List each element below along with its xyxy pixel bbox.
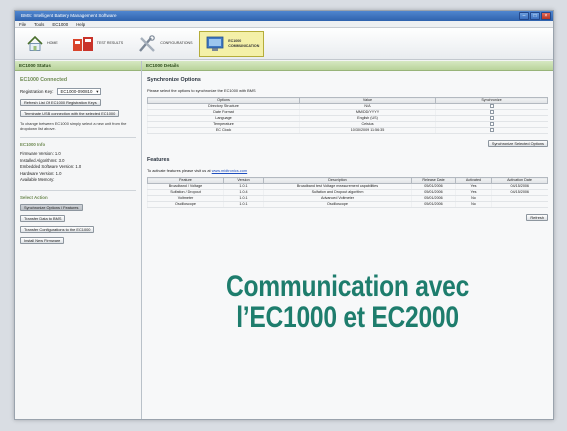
synchronize-options-heading: Synchronize Options <box>147 77 201 83</box>
menu-bar: File Tools EC1000 Help <box>15 21 553 28</box>
title-bar: BMS: Intelligent Battery Management Soft… <box>15 11 553 21</box>
close-button[interactable]: × <box>541 12 551 20</box>
table-row[interactable]: EC Clock 10/30/2009 11:56:35 <box>147 127 548 134</box>
details-panel: EC1000 Details Synchronize Options Pleas… <box>142 61 553 419</box>
main-area: EC1000 Status EC1000 Connected Registrat… <box>15 61 553 419</box>
connection-heading: EC1000 Connected <box>20 77 67 83</box>
overlay-caption-line1: Communication avec <box>225 270 470 303</box>
menu-help[interactable]: Help <box>76 21 85 27</box>
menu-tools[interactable]: Tools <box>34 21 44 27</box>
refresh-features-button[interactable]: Refresh <box>526 214 548 221</box>
toolbar: Home Test Results Configurations <box>15 28 553 60</box>
configurations-icon <box>139 34 156 52</box>
app-window: BMS: Intelligent Battery Management Soft… <box>14 10 554 420</box>
synchronize-options-table: Options Value Synchronize Directory Stru… <box>147 97 548 134</box>
synchronize-options-button[interactable]: Synchronize Options / Features <box>20 203 83 211</box>
home-button[interactable]: Home <box>21 31 63 57</box>
status-panel: EC1000 Status EC1000 Connected Registrat… <box>15 61 142 419</box>
synchronize-checkbox[interactable] <box>489 128 494 133</box>
synchronize-selected-button[interactable]: Synchronize Selected Options <box>487 140 548 147</box>
menu-file[interactable]: File <box>19 21 26 27</box>
actions-heading: Select Action <box>20 189 136 200</box>
communication-icon <box>206 36 224 51</box>
registration-key-select[interactable]: EC1000-090810 ▾ <box>57 88 102 95</box>
maximize-button[interactable]: □ <box>530 12 540 20</box>
midtronics-link[interactable]: www.midtronics.com <box>212 168 247 173</box>
ec1000-communication-button[interactable]: EC1000 Communication <box>199 30 265 57</box>
synchronize-checkbox[interactable] <box>489 104 494 109</box>
menu-ec1000[interactable]: EC1000 <box>52 21 68 27</box>
test-results-icon <box>72 36 93 51</box>
status-panel-header: EC1000 Status <box>15 61 141 71</box>
overlay-caption-line2: l’EC1000 et EC2000 <box>236 301 459 334</box>
configurations-button[interactable]: Configurations <box>132 31 195 57</box>
install-firmware-button[interactable]: Install New Firmware <box>20 236 65 244</box>
synchronize-description: Please select the options to synchronize… <box>147 88 256 93</box>
minimize-button[interactable]: – <box>519 12 529 20</box>
transfer-data-button[interactable]: Transfer Data to BMS <box>20 214 66 222</box>
features-heading: Features <box>147 157 170 163</box>
registration-key-label: Registration Key: <box>20 89 54 94</box>
synchronize-checkbox[interactable] <box>489 122 494 127</box>
terminate-usb-button[interactable]: Terminate USB connection with the select… <box>20 110 120 117</box>
refresh-registration-keys-button[interactable]: Refresh List Of EC1000 Registration Keys <box>20 99 101 106</box>
info-heading: EC1000 Info <box>20 137 136 147</box>
window-title: BMS: Intelligent Battery Management Soft… <box>21 13 117 18</box>
synchronize-checkbox[interactable] <box>489 116 494 121</box>
overlay-caption: Communication avec l’EC1000 et EC2000 <box>179 271 516 333</box>
chevron-down-icon: ▾ <box>96 89 99 94</box>
features-description: To activate features please visit us at … <box>147 168 248 173</box>
features-table: Feature Version Description Release Date… <box>147 177 548 208</box>
home-icon <box>27 35 43 51</box>
table-row[interactable]: Oscilloscope 1.0.1 Oscilloscope 05/01/20… <box>147 201 548 208</box>
details-panel-header: EC1000 Details <box>142 61 553 71</box>
synchronize-checkbox[interactable] <box>489 110 494 115</box>
transfer-configurations-button[interactable]: Transfer Configurations to the EC1000 <box>20 225 95 233</box>
change-unit-note: To change between EC1000 simply select a… <box>20 121 127 131</box>
test-results-button[interactable]: Test Results <box>67 31 128 57</box>
available-memory: Available Memory: <box>20 177 55 182</box>
